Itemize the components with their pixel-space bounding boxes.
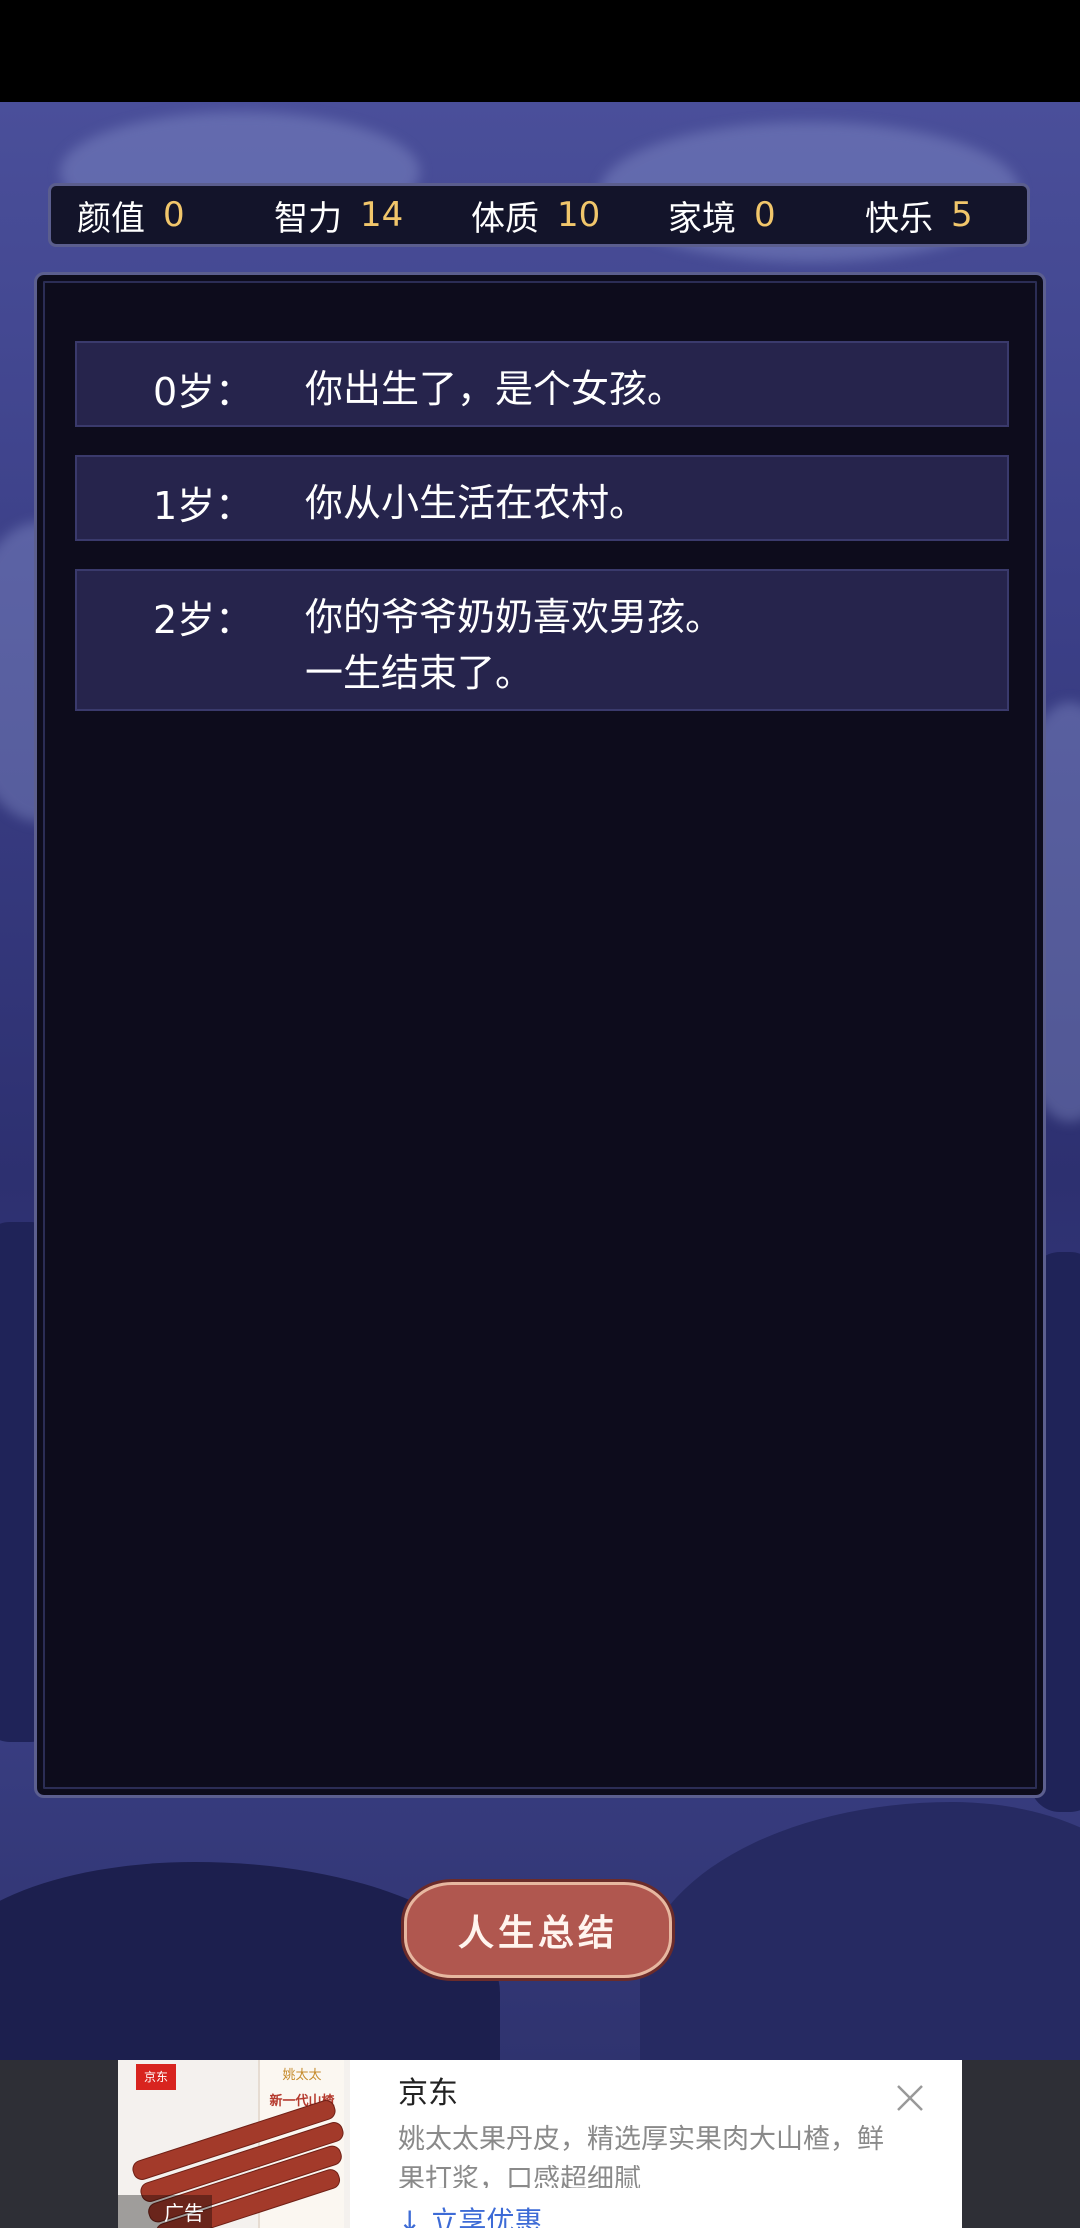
close-icon[interactable]: [894, 2082, 926, 2114]
log-events: 你出生了，是个女孩。: [305, 361, 685, 417]
log-event-text: 你从小生活在农村。: [305, 481, 648, 525]
stat-intelligence: 智力 14: [274, 186, 403, 244]
log-age: 2岁：: [153, 598, 254, 642]
attributes-bar: 颜值 0 智力 14 体质 10 家境 0 快乐 5: [48, 183, 1030, 247]
status-bar: [0, 0, 1080, 102]
log-event-text: 一生结束了。: [305, 651, 534, 695]
life-summary-button[interactable]: 人生总结: [404, 1882, 672, 1978]
stat-value: 10: [557, 195, 601, 235]
stat-label: 快乐: [865, 198, 933, 239]
log-entry: 0岁： 你出生了，是个女孩。: [75, 341, 1009, 427]
log-event-text: 你出生了，是个女孩。: [305, 367, 686, 411]
life-log-panel[interactable]: 0岁： 你出生了，是个女孩。 1岁： 你从小生活在农村。 2岁： 你的爷爷奶奶喜…: [34, 272, 1046, 1798]
log-events: 你的爷爷奶奶喜欢男孩。 一生结束了。: [305, 589, 723, 701]
stat-label: 家境: [668, 198, 736, 239]
ad-cta-link[interactable]: ↓ 立享优惠: [398, 2204, 542, 2228]
stat-label: 颜值: [77, 198, 145, 239]
ad-description[interactable]: 姚太太果丹皮，精选厚实果肉大山楂，鲜果打浆，口感超细腻: [398, 2120, 898, 2188]
ad-badge: 广告: [118, 2195, 212, 2228]
stat-label: 智力: [274, 198, 342, 239]
stat-label: 体质: [471, 198, 539, 239]
log-event-text: 你的爷爷奶奶喜欢男孩。: [305, 595, 724, 639]
stat-value: 5: [951, 195, 973, 235]
ad-title[interactable]: 京东: [398, 2076, 458, 2106]
ad-card[interactable]: 京东 姚太太 新一代山楂 广告 京东 姚太太果丹皮，精选厚实果肉大山楂，鲜果打浆…: [118, 2060, 962, 2228]
log-events: 你从小生活在农村。: [305, 475, 647, 531]
log-entry: 2岁： 你的爷爷奶奶喜欢男孩。 一生结束了。: [75, 569, 1009, 711]
log-age: 0岁：: [153, 370, 254, 414]
ad-pack-brand: 姚太太: [282, 2068, 322, 2083]
ad-product-image[interactable]: 京东 姚太太 新一代山楂 广告: [118, 2060, 350, 2228]
log-age: 1岁：: [153, 484, 254, 528]
stat-family: 家境 0: [668, 186, 776, 244]
stat-value: 0: [754, 195, 776, 235]
ad-banner-area: 京东 姚太太 新一代山楂 广告 京东 姚太太果丹皮，精选厚实果肉大山楂，鲜果打浆…: [0, 2060, 1080, 2228]
stat-value: 0: [163, 195, 185, 235]
stat-appearance: 颜值 0: [77, 186, 185, 244]
stat-happiness: 快乐 5: [865, 186, 973, 244]
stat-constitution: 体质 10: [471, 186, 600, 244]
log-entry: 1岁： 你从小生活在农村。: [75, 455, 1009, 541]
ad-brand-logo: 京东: [136, 2064, 176, 2090]
stat-value: 14: [360, 195, 404, 235]
